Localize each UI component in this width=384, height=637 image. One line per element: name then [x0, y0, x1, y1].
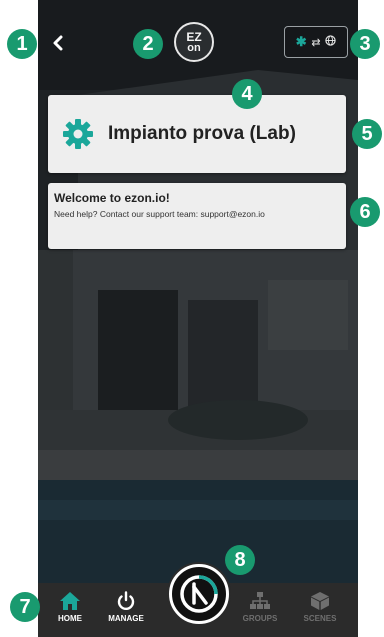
bluetooth-icon: ✱ [295, 34, 307, 49]
nav-groups[interactable]: GROUPS [234, 591, 286, 623]
callout-marker-3: 3 [350, 29, 380, 59]
support-help-text: Need help? Contact our support team: sup… [54, 209, 265, 219]
cube-icon [311, 592, 329, 610]
welcome-card: Welcome to ezon.io! Need help? Contact o… [48, 183, 346, 249]
callout-marker-2: 2 [133, 29, 163, 59]
app-screen: EZ on ✱ ⇄ Impianto prova (Lab) Welcome t… [38, 0, 358, 637]
power-icon [117, 591, 135, 611]
nav-manage[interactable]: MANAGE [100, 591, 152, 623]
connection-status[interactable]: ✱ ⇄ [284, 26, 348, 58]
welcome-title: Welcome to ezon.io! [54, 191, 170, 205]
callout-marker-7: 7 [10, 592, 40, 622]
plant-card[interactable]: Impianto prova (Lab) [48, 95, 346, 173]
callout-marker-6: 6 [350, 197, 380, 227]
callout-marker-5: 5 [352, 119, 382, 149]
ezon-logo: EZ on [174, 22, 214, 62]
plant-name: Impianto prova (Lab) [108, 123, 296, 144]
nav-scenes-label: SCENES [303, 614, 337, 623]
back-button[interactable] [46, 28, 70, 58]
home-icon [60, 592, 80, 610]
nav-home-label: HOME [58, 614, 82, 623]
nav-scenes[interactable]: SCENES [294, 591, 346, 623]
nav-home[interactable]: HOME [44, 591, 96, 623]
sync-icon: ⇄ [311, 36, 321, 49]
logo-line2: on [187, 42, 201, 54]
callout-marker-8: 8 [225, 545, 255, 575]
nav-manage-label: MANAGE [108, 614, 144, 623]
ezon-power-logo-icon [180, 575, 218, 613]
groups-icon [250, 592, 270, 609]
center-action-button[interactable] [169, 564, 229, 624]
callout-marker-4: 4 [232, 79, 262, 109]
globe-icon [325, 35, 336, 49]
gear-icon [63, 119, 93, 149]
chevron-left-icon [53, 35, 63, 51]
nav-groups-label: GROUPS [242, 614, 278, 623]
callout-marker-1: 1 [7, 29, 37, 59]
